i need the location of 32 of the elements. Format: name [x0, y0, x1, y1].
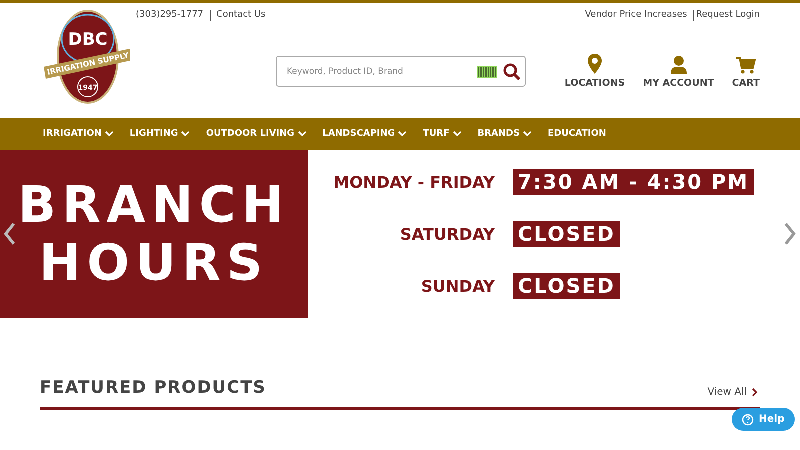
search-icon[interactable] — [503, 62, 521, 80]
day-label: MONDAY - FRIDAY — [332, 172, 495, 192]
day-label: SATURDAY — [399, 224, 495, 244]
nav-menu-item[interactable]: EDUCATION — [548, 129, 606, 139]
question-icon — [742, 414, 754, 426]
header-action-link[interactable]: MY ACCOUNT — [643, 56, 714, 89]
header-action-link[interactable]: LOCATIONS — [564, 54, 626, 89]
hours-label: CLOSED — [513, 273, 620, 299]
banner-title: BRANCH — [18, 176, 290, 234]
search-field[interactable]: Keyword, Product ID, Brand — [276, 56, 526, 87]
contact-link[interactable]: Contact Us — [216, 10, 266, 20]
phone-link[interactable]: (303)295-1777 — [136, 10, 204, 20]
view-all-link[interactable]: View All — [708, 387, 758, 398]
hours-label: CLOSED — [513, 221, 620, 247]
nav-menu-item[interactable]: BRANDS — [478, 129, 532, 139]
top-link[interactable]: Request Login — [696, 10, 760, 20]
nav-menu-item[interactable]: LIGHTING — [130, 129, 190, 139]
location-pin-icon — [588, 54, 602, 74]
nav-menu-item[interactable]: TURF — [423, 129, 462, 139]
nav-menu-item[interactable]: OUTDOOR LIVING — [206, 129, 307, 139]
header-action-link[interactable]: CART — [732, 57, 760, 89]
cart-icon — [736, 57, 756, 74]
nav-menu-item[interactable]: LANDSCAPING — [322, 129, 408, 139]
chevron-right-icon — [752, 388, 758, 397]
person-icon — [670, 56, 687, 74]
day-label: SUNDAY — [420, 276, 495, 296]
banner-title: HOURS — [39, 234, 269, 292]
barcode-icon[interactable] — [477, 66, 497, 78]
nav-menu-item[interactable]: IRRIGATION — [43, 129, 114, 139]
section-title: FEATURED PRODUCTS — [40, 378, 266, 398]
hours-label: 7:30 AM - 4:30 PM — [513, 169, 754, 195]
top-link[interactable]: Vendor Price Increases — [585, 10, 688, 20]
